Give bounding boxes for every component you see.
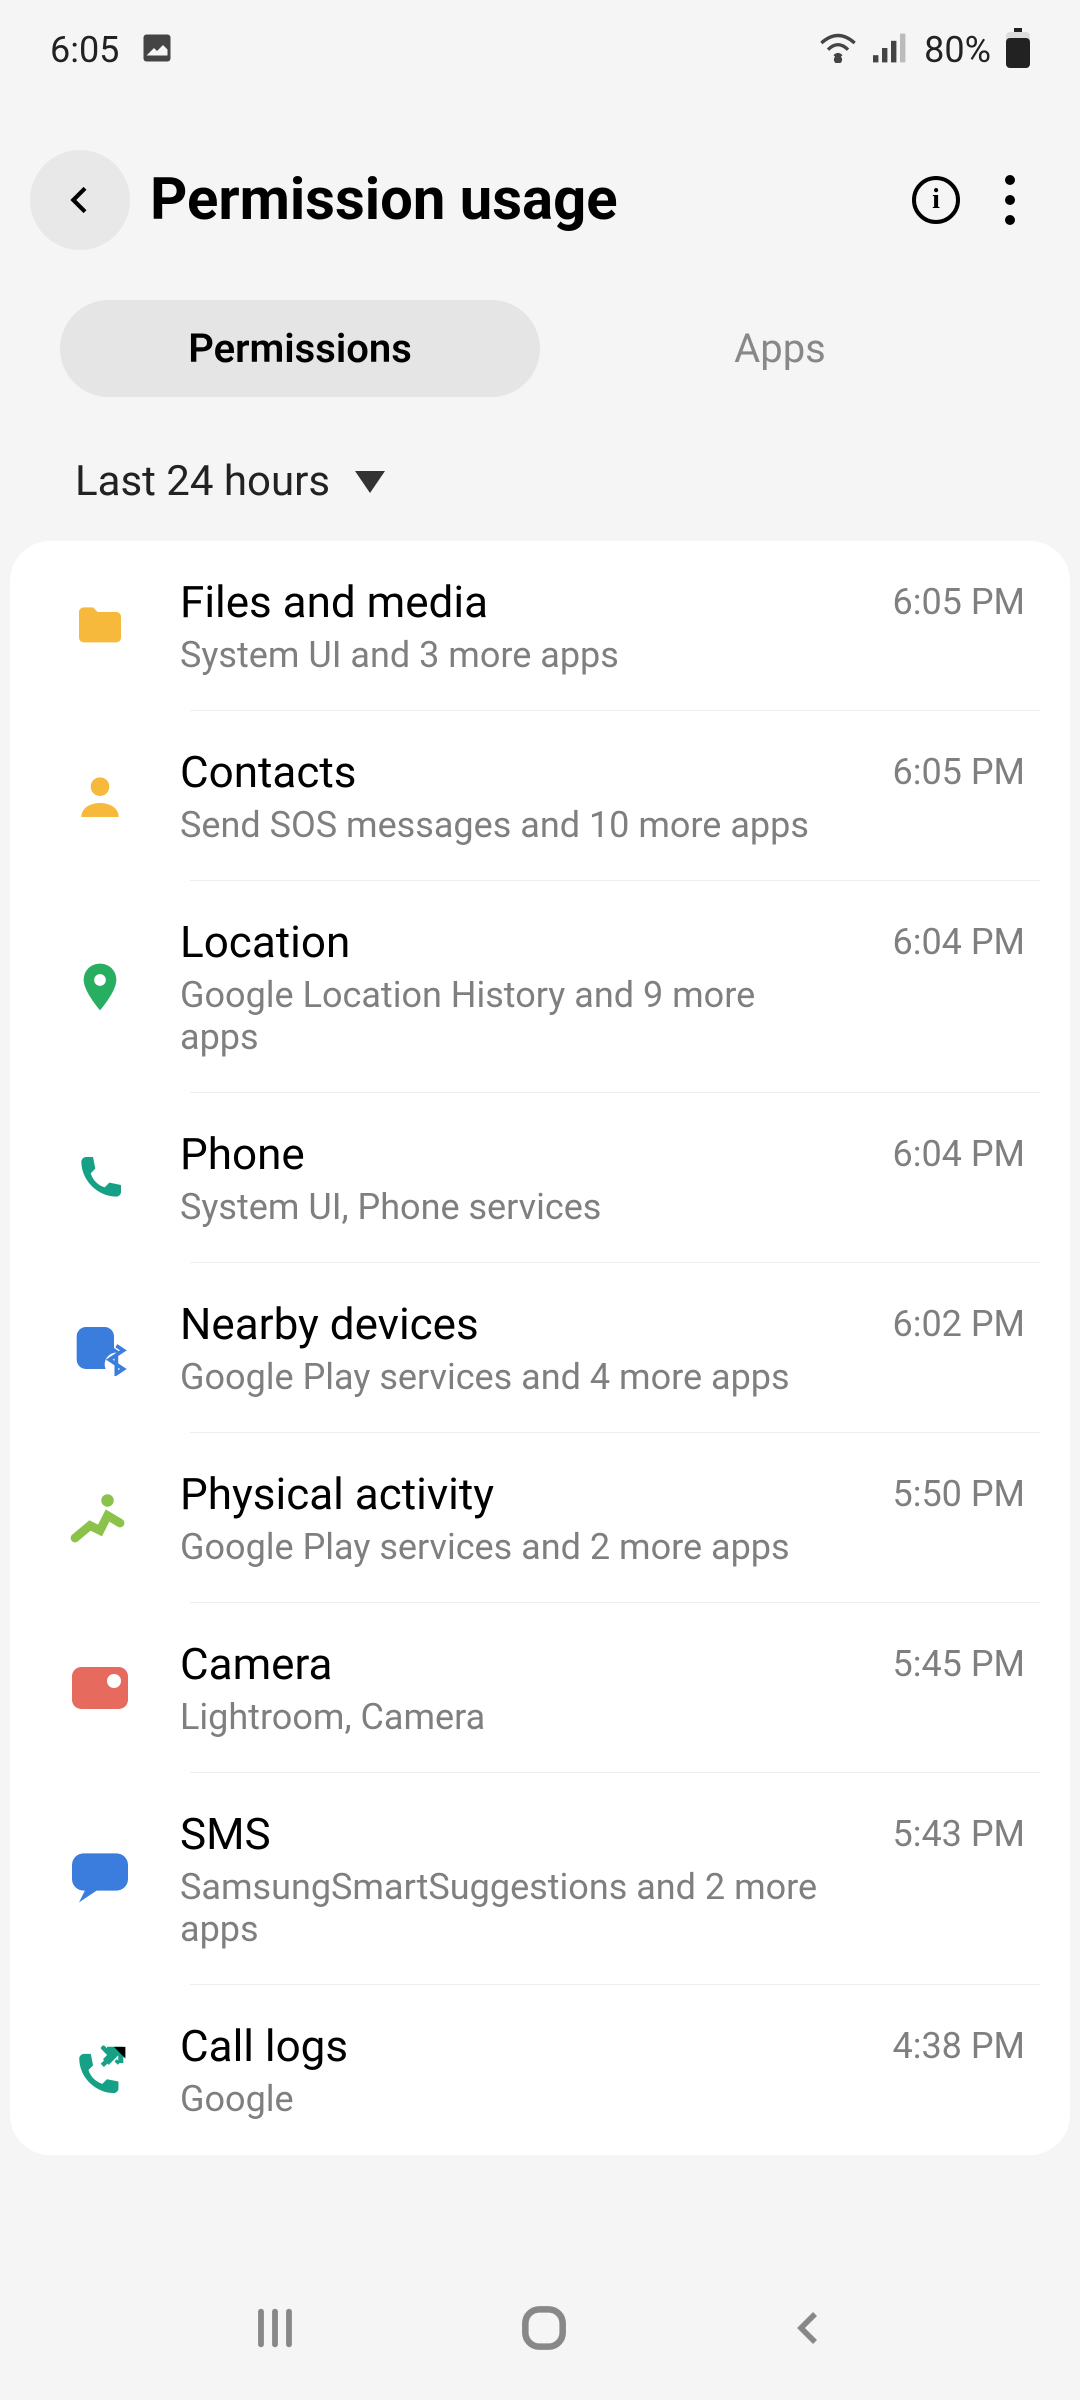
header: Permission usage i <box>0 100 1080 280</box>
item-title: Location <box>180 916 843 968</box>
item-time: 6:02 PM <box>893 1303 1026 1345</box>
recents-button[interactable] <box>247 2300 303 2360</box>
item-time: 6:05 PM <box>893 751 1026 793</box>
location-icon <box>70 957 130 1017</box>
item-time: 5:43 PM <box>893 1813 1026 1855</box>
status-bar: 6:05 80% <box>0 0 1080 100</box>
item-title: Phone <box>180 1128 843 1180</box>
bluetooth-icon <box>70 1318 130 1378</box>
list-item-sms[interactable]: SMS SamsungSmartSuggestions and 2 more a… <box>10 1773 1070 1985</box>
calllog-icon <box>70 2040 130 2100</box>
item-title: Contacts <box>180 746 843 798</box>
item-title: Call logs <box>180 2020 843 2072</box>
time-filter[interactable]: Last 24 hours <box>0 427 1080 541</box>
chevron-down-icon <box>355 471 385 493</box>
signal-icon <box>873 33 909 67</box>
item-time: 4:38 PM <box>893 2025 1026 2067</box>
battery-icon <box>1006 28 1030 72</box>
list-item-contacts[interactable]: Contacts Send SOS messages and 10 more a… <box>10 711 1070 881</box>
item-time: 5:45 PM <box>893 1643 1026 1685</box>
page-title: Permission usage <box>150 166 892 234</box>
gallery-icon <box>139 30 175 70</box>
item-subtitle: Google <box>180 2078 843 2120</box>
item-subtitle: Lightroom, Camera <box>180 1696 843 1738</box>
list-item-nearby[interactable]: Nearby devices Google Play services and … <box>10 1263 1070 1433</box>
item-title: Camera <box>180 1638 843 1690</box>
person-icon <box>70 766 130 826</box>
item-time: 5:50 PM <box>893 1473 1026 1515</box>
item-time: 6:04 PM <box>893 1133 1026 1175</box>
list-item-calllogs[interactable]: Call logs Google 4:38 PM <box>10 1985 1070 2155</box>
permissions-list: Files and media System UI and 3 more app… <box>10 541 1070 2155</box>
item-subtitle: System UI, Phone services <box>180 1186 843 1228</box>
list-item-files[interactable]: Files and media System UI and 3 more app… <box>10 541 1070 711</box>
item-title: Physical activity <box>180 1468 843 1520</box>
item-subtitle: Google Play services and 4 more apps <box>180 1356 843 1398</box>
filter-label: Last 24 hours <box>75 457 330 506</box>
phone-icon <box>70 1148 130 1208</box>
item-title: Files and media <box>180 576 843 628</box>
message-icon <box>70 1849 130 1909</box>
battery-text: 80% <box>924 29 991 71</box>
tab-apps[interactable]: Apps <box>540 300 1020 397</box>
tabs: Permissions Apps <box>0 280 1080 427</box>
item-title: Nearby devices <box>180 1298 843 1350</box>
item-subtitle: Google Location History and 9 more apps <box>180 974 843 1058</box>
home-button[interactable] <box>516 2300 572 2360</box>
item-title: SMS <box>180 1808 843 1860</box>
item-subtitle: Google Play services and 2 more apps <box>180 1526 843 1568</box>
wifi-icon <box>818 33 858 67</box>
item-subtitle: System UI and 3 more apps <box>180 634 843 676</box>
folder-icon <box>70 596 130 656</box>
camera-icon <box>70 1658 130 1718</box>
item-subtitle: SamsungSmartSuggestions and 2 more apps <box>180 1866 843 1950</box>
list-item-camera[interactable]: Camera Lightroom, Camera 5:45 PM <box>10 1603 1070 1773</box>
status-time: 6:05 <box>50 29 119 71</box>
list-item-activity[interactable]: Physical activity Google Play services a… <box>10 1433 1070 1603</box>
item-time: 6:05 PM <box>893 581 1026 623</box>
info-button[interactable]: i <box>912 176 960 224</box>
tab-permissions[interactable]: Permissions <box>60 300 540 397</box>
back-button[interactable] <box>30 150 130 250</box>
list-item-phone[interactable]: Phone System UI, Phone services 6:04 PM <box>10 1093 1070 1263</box>
list-item-location[interactable]: Location Google Location History and 9 m… <box>10 881 1070 1093</box>
more-button[interactable] <box>1005 175 1030 225</box>
item-time: 6:04 PM <box>893 921 1026 963</box>
item-subtitle: Send SOS messages and 10 more apps <box>180 804 843 846</box>
back-nav-button[interactable] <box>785 2304 833 2356</box>
activity-icon <box>70 1488 130 1548</box>
nav-bar <box>0 2260 1080 2400</box>
